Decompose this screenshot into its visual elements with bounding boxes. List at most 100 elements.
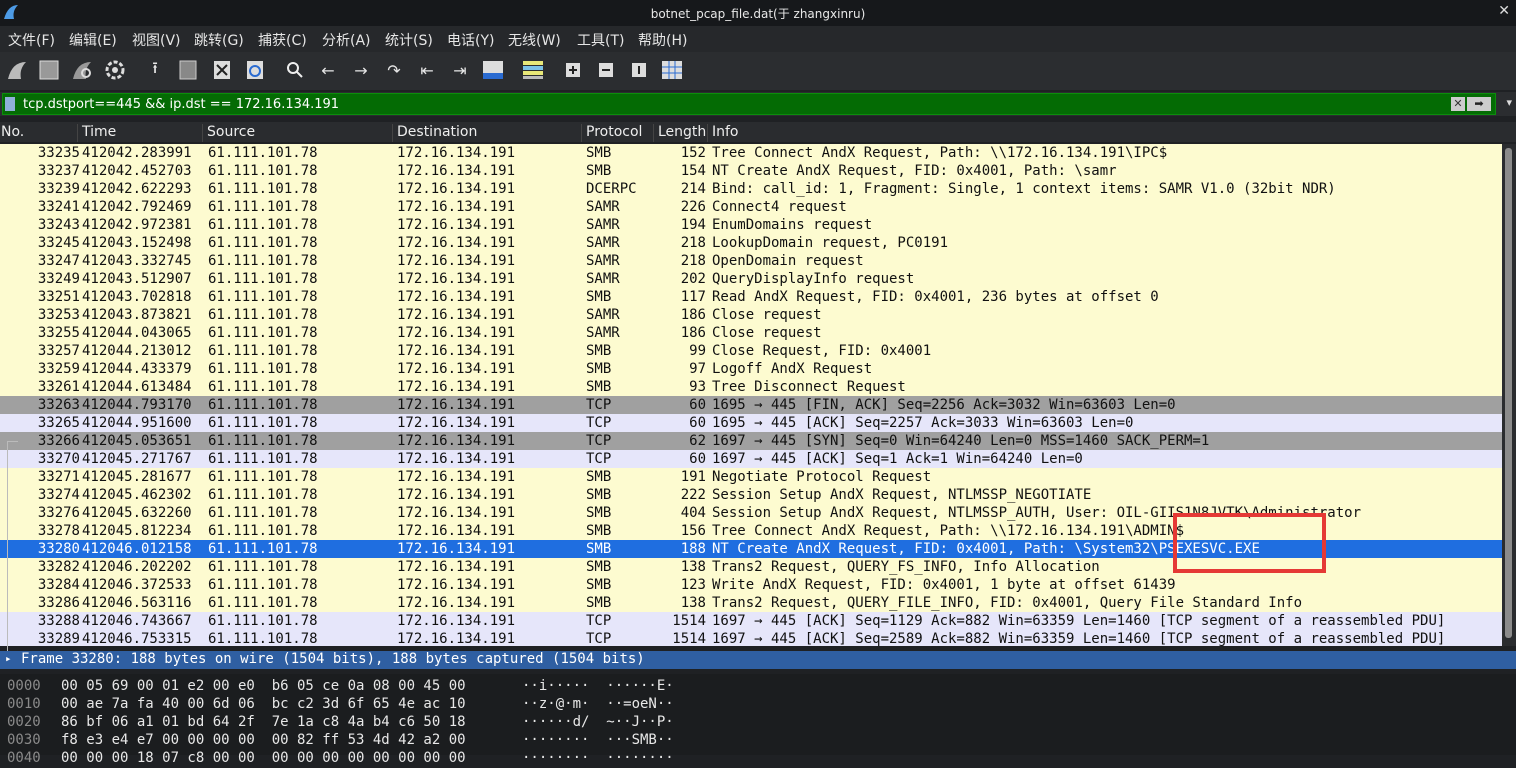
cell-src: 61.111.101.78 (208, 469, 318, 485)
menu-item-7[interactable]: 电话(Y) (447, 30, 494, 50)
table-row[interactable]: 33239 412042.622293 61.111.101.78 172.16.13… (0, 180, 1502, 198)
cell-src: 61.111.101.78 (208, 415, 318, 431)
table-row[interactable]: 33251 412043.702818 61.111.101.78 172.16.13… (0, 288, 1502, 306)
table-row[interactable]: 33259 412044.433379 61.111.101.78 172.16.13… (0, 360, 1502, 378)
menu-item-1[interactable]: 编辑(E) (69, 30, 117, 50)
last-packet-icon[interactable]: ⇥ (448, 58, 472, 82)
resize-columns-icon[interactable] (660, 58, 684, 82)
normal-size-icon[interactable] (627, 58, 651, 82)
table-row[interactable]: 33247 412043.332745 61.111.101.78 172.16.13… (0, 252, 1502, 270)
table-row[interactable]: 33235 412042.283991 61.111.101.78 172.16.13… (0, 144, 1502, 162)
highlight-annotation-box (1173, 513, 1326, 573)
zoom-in-icon[interactable] (561, 58, 585, 82)
cell-src: 61.111.101.78 (208, 145, 318, 161)
cell-dst: 172.16.134.191 (397, 145, 516, 161)
menu-item-4[interactable]: 捕获(C) (258, 30, 307, 50)
menu-item-0[interactable]: 文件(F) (8, 30, 55, 50)
table-row[interactable]: 33289 412046.753315 61.111.101.78 172.16.13… (0, 630, 1502, 646)
forward-arrow-icon[interactable]: → (349, 58, 373, 82)
cell-dst: 172.16.134.191 (397, 361, 516, 377)
column-header-length[interactable]: Length (653, 124, 706, 142)
open-icon[interactable]: ⭱ (143, 58, 167, 82)
cell-dst: 172.16.134.191 (397, 559, 516, 575)
scrollbar-thumb[interactable] (1505, 148, 1512, 638)
column-header-info[interactable]: Info (707, 124, 739, 142)
menu-item-3[interactable]: 跳转(G) (194, 30, 244, 50)
cell-no: 33284 (37, 577, 80, 593)
table-row[interactable]: 33261 412044.613484 61.111.101.78 172.16.13… (0, 378, 1502, 396)
column-header-destination[interactable]: Destination (392, 124, 477, 142)
reload-icon[interactable] (243, 58, 267, 82)
menu-item-2[interactable]: 视图(V) (132, 30, 181, 50)
back-arrow-icon[interactable]: ← (316, 58, 340, 82)
table-row[interactable]: 33284 412046.372533 61.111.101.78 172.16.13… (0, 576, 1502, 594)
menu-item-6[interactable]: 统计(S) (385, 30, 433, 50)
cell-src: 61.111.101.78 (208, 451, 318, 467)
window-close-icon[interactable]: ✕ (1498, 3, 1510, 19)
colorize-icon[interactable] (521, 58, 545, 82)
filter-dropdown-icon[interactable]: ▾ (1506, 96, 1512, 109)
cell-info: Negotiate Protocol Request (712, 469, 932, 485)
column-header-no[interactable]: No. (1, 124, 24, 142)
cell-src: 61.111.101.78 (208, 199, 318, 215)
table-row[interactable]: 33243 412042.972381 61.111.101.78 172.16.13… (0, 216, 1502, 234)
table-row[interactable]: 33274 412045.462302 61.111.101.78 172.16.13… (0, 486, 1502, 504)
table-row[interactable]: 33237 412042.452703 61.111.101.78 172.16.13… (0, 162, 1502, 180)
expand-arrow-icon[interactable]: ▸ (5, 652, 12, 665)
bytes-ascii: ······d/ ~··J··P· (522, 714, 674, 730)
table-row[interactable]: 33265 412044.951600 61.111.101.78 172.16.13… (0, 414, 1502, 432)
table-row[interactable]: 33266 412045.053651 61.111.101.78 172.16.13… (0, 432, 1502, 450)
cell-info: LookupDomain request, PC0191 (712, 235, 949, 251)
menu-item-8[interactable]: 无线(W) (508, 30, 561, 50)
table-row[interactable]: 33271 412045.281677 61.111.101.78 172.16.13… (0, 468, 1502, 486)
menu-item-5[interactable]: 分析(A) (322, 30, 371, 50)
apply-filter-icon[interactable]: ➡ (1467, 97, 1491, 111)
table-row[interactable]: 33270 412045.271767 61.111.101.78 172.16.13… (0, 450, 1502, 468)
cell-dst: 172.16.134.191 (397, 163, 516, 179)
clear-filter-icon[interactable]: ✕ (1451, 97, 1465, 111)
cell-src: 61.111.101.78 (208, 181, 318, 197)
cell-info: OpenDomain request (712, 253, 864, 269)
autoscroll-icon[interactable] (481, 58, 505, 82)
cell-no: 33245 (37, 235, 80, 251)
table-row[interactable]: 33288 412046.743667 61.111.101.78 172.16.13… (0, 612, 1502, 630)
stop-icon[interactable] (37, 58, 61, 82)
column-header-protocol[interactable]: Protocol (581, 124, 642, 142)
cell-proto: SAMR (586, 307, 620, 323)
table-row[interactable]: 33241 412042.792469 61.111.101.78 172.16.13… (0, 198, 1502, 216)
column-header-time[interactable]: Time (77, 124, 116, 142)
zoom-out-icon[interactable] (594, 58, 618, 82)
table-row[interactable]: 33286 412046.563116 61.111.101.78 172.16.13… (0, 594, 1502, 612)
close-file-icon[interactable] (210, 58, 234, 82)
cell-proto: SMB (586, 577, 612, 593)
cell-dst: 172.16.134.191 (397, 379, 516, 395)
cell-proto: SMB (586, 289, 612, 305)
menu-item-10[interactable]: 帮助(H) (638, 30, 687, 50)
cell-len: 218 (680, 253, 706, 269)
search-icon[interactable] (283, 58, 307, 82)
table-row[interactable]: 33245 412043.152498 61.111.101.78 172.16.13… (0, 234, 1502, 252)
jump-icon[interactable]: ↷ (382, 58, 406, 82)
table-row[interactable]: 33257 412044.213012 61.111.101.78 172.16.13… (0, 342, 1502, 360)
bookmark-icon[interactable] (5, 97, 15, 111)
restart-icon[interactable] (70, 58, 94, 82)
options-gear-icon[interactable] (103, 58, 127, 82)
cell-src: 61.111.101.78 (208, 433, 318, 449)
display-filter-input[interactable]: tcp.dstport==445 && ip.dst == 172.16.134… (2, 93, 1496, 115)
table-row[interactable]: 33249 412043.512907 61.111.101.78 172.16.13… (0, 270, 1502, 288)
cell-proto: SMB (586, 469, 612, 485)
cell-proto: TCP (586, 631, 612, 646)
cell-src: 61.111.101.78 (208, 613, 318, 629)
first-packet-icon[interactable]: ⇤ (415, 58, 439, 82)
menu-item-9[interactable]: 工具(T) (577, 30, 624, 50)
packet-list-scrollbar[interactable] (1502, 144, 1516, 646)
cell-src: 61.111.101.78 (208, 397, 318, 413)
table-row[interactable]: 33253 412043.873821 61.111.101.78 172.16.13… (0, 306, 1502, 324)
packet-bytes-pane[interactable]: 0000 00 05 69 00 01 e2 00 e0 b6 05 ce 0a … (0, 674, 1516, 766)
packet-detail-pane[interactable]: ▸ Frame 33280: 188 bytes on wire (1504 b… (0, 651, 1516, 669)
shark-fin-start-icon[interactable] (5, 58, 29, 82)
file-icon[interactable] (176, 58, 200, 82)
table-row[interactable]: 33263 412044.793170 61.111.101.78 172.16.13… (0, 396, 1502, 414)
table-row[interactable]: 33255 412044.043065 61.111.101.78 172.16.13… (0, 324, 1502, 342)
column-header-source[interactable]: Source (202, 124, 255, 142)
